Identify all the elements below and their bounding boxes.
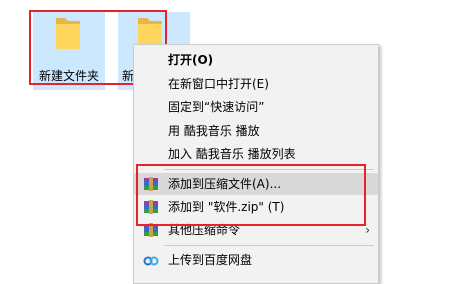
menu-item-upload-baidu[interactable]: 上传到百度网盘 [134,249,378,271]
menu-item-label: 在新窗口中打开(E) [168,77,269,91]
menu-item-open-new-window[interactable]: 在新窗口中打开(E) [134,73,378,95]
menu-item-label: 添加到 "软件.zip" (T) [168,200,285,214]
baidu-netdisk-icon [143,256,159,266]
menu-item-label: 用 酷我音乐 播放 [168,124,260,138]
menu-item-label: 固定到“快速访问” [168,100,265,114]
winrar-icon [144,223,158,237]
menu-item-open[interactable]: 打开(O) [134,49,378,71]
chevron-right-icon: › [365,223,370,237]
menu-item-add-kugou-list[interactable]: 加入 酷我音乐 播放列表 [134,143,378,165]
menu-item-label: 添加到压缩文件(A)... [168,177,282,191]
folder-1-label: 新建文件夹 [38,69,99,83]
desktop-folder-1[interactable]: 新建文件夹 [33,12,105,90]
folder-icon [56,18,80,49]
menu-item-label: 上传到百度网盘 [168,253,253,267]
menu-item-add-to-zip[interactable]: 添加到 "软件.zip" (T) [134,196,378,218]
menu-item-label: 其他压缩命令 [168,223,241,237]
menu-item-other-compress[interactable]: 其他压缩命令 › [134,219,378,241]
context-menu: 打开(O) 在新窗口中打开(E) 固定到“快速访问” 用 酷我音乐 播放 加入 … [133,44,379,284]
menu-item-label: 加入 酷我音乐 播放列表 [168,147,296,161]
menu-item-play-kugou[interactable]: 用 酷我音乐 播放 [134,120,378,142]
menu-item-add-to-archive[interactable]: 添加到压缩文件(A)... [134,173,378,195]
menu-item-pin-quick-access[interactable]: 固定到“快速访问” [134,96,378,118]
winrar-icon [144,177,158,191]
menu-item-label: 打开(O) [168,53,214,67]
menu-separator [164,169,374,170]
menu-separator [164,245,374,246]
winrar-icon [144,200,158,214]
